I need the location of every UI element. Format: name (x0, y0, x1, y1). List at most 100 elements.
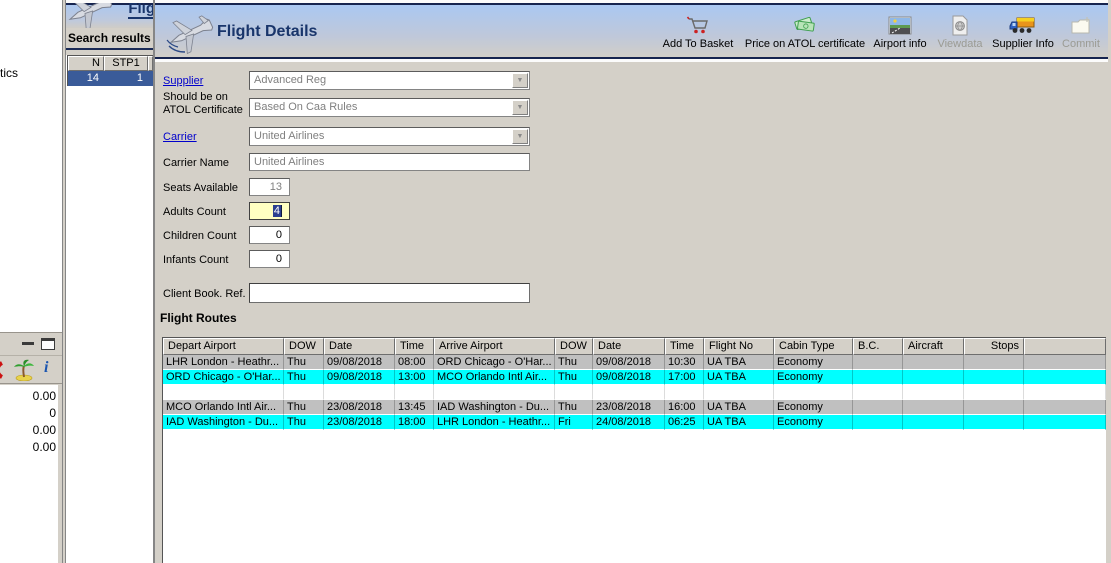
route-cell[interactable]: Thu (284, 370, 324, 385)
route-cell[interactable]: Economy (774, 400, 853, 415)
routes-column-header[interactable]: Stops (964, 338, 1024, 355)
route-cell[interactable]: 23/08/2018 (324, 400, 395, 415)
route-cell[interactable]: IAD Washington - Du... (434, 400, 555, 415)
route-cell[interactable]: 24/08/2018 (593, 415, 665, 430)
route-cell[interactable]: Thu (284, 400, 324, 415)
route-cell[interactable] (284, 385, 324, 400)
route-cell[interactable]: UA TBA (704, 370, 774, 385)
route-cell[interactable] (964, 415, 1024, 430)
route-cell[interactable] (395, 385, 434, 400)
airport-info-button[interactable]: Airport info (871, 13, 929, 59)
route-cell[interactable]: MCO Orlando Intl Air... (163, 400, 284, 415)
route-cell[interactable] (964, 400, 1024, 415)
route-cell[interactable]: 09/08/2018 (324, 370, 395, 385)
route-row[interactable]: MCO Orlando Intl Air... Thu 23/08/2018 13:4… (163, 400, 1106, 415)
route-cell[interactable]: Economy (774, 355, 853, 370)
route-cell[interactable] (665, 385, 704, 400)
route-cell[interactable]: 09/08/2018 (324, 355, 395, 370)
infants-count-field[interactable]: 0 (249, 250, 290, 268)
red-partial-icon[interactable] (0, 361, 8, 379)
route-cell[interactable] (704, 385, 774, 400)
route-row[interactable] (163, 385, 1106, 400)
route-cell[interactable]: 13:45 (395, 400, 434, 415)
routes-column-header[interactable]: Time (665, 338, 704, 355)
route-cell[interactable]: Thu (555, 355, 593, 370)
palm-tree-icon[interactable] (13, 359, 35, 381)
route-cell[interactable]: ORD Chicago - O'Har... (434, 355, 555, 370)
route-cell[interactable]: UA TBA (704, 415, 774, 430)
route-cell[interactable]: UA TBA (704, 400, 774, 415)
result-cell-stp1[interactable]: 1 (104, 71, 148, 86)
routes-column-header[interactable]: Aircraft (903, 338, 964, 355)
add-to-basket-button[interactable]: Add To Basket (658, 13, 738, 59)
route-cell[interactable]: IAD Washington - Du... (163, 415, 284, 430)
route-cell[interactable] (593, 385, 665, 400)
adults-count-field[interactable]: 4 (249, 202, 290, 220)
routes-column-header[interactable]: Cabin Type (774, 338, 853, 355)
routes-column-header[interactable]: DOW (555, 338, 593, 355)
route-cell[interactable] (163, 385, 284, 400)
route-cell[interactable]: 23/08/2018 (593, 400, 665, 415)
route-row[interactable]: LHR London - Heathr... Thu 09/08/2018 08:00… (163, 355, 1106, 370)
route-cell[interactable]: Economy (774, 370, 853, 385)
maximize-icon[interactable] (41, 338, 55, 350)
routes-column-header[interactable]: Date (324, 338, 395, 355)
route-cell[interactable] (903, 400, 964, 415)
routes-column-header[interactable]: DOW (284, 338, 324, 355)
route-cell[interactable] (903, 370, 964, 385)
route-cell[interactable]: 10:30 (665, 355, 704, 370)
route-cell[interactable] (324, 385, 395, 400)
info-icon[interactable]: i (44, 359, 48, 377)
carrier-link[interactable]: Carrier (163, 131, 197, 143)
route-cell[interactable] (853, 370, 903, 385)
route-cell[interactable] (434, 385, 555, 400)
supplier-link[interactable]: Supplier (163, 75, 203, 87)
route-cell[interactable] (964, 355, 1024, 370)
routes-column-header[interactable]: Time (395, 338, 434, 355)
route-cell[interactable]: 17:00 (665, 370, 704, 385)
routes-column-header[interactable]: Flight No (704, 338, 774, 355)
routes-column-header[interactable]: B.C. (853, 338, 903, 355)
route-cell[interactable] (903, 385, 964, 400)
route-cell[interactable]: 09/08/2018 (593, 355, 665, 370)
route-cell[interactable]: MCO Orlando Intl Air... (434, 370, 555, 385)
route-cell[interactable]: 16:00 (665, 400, 704, 415)
client-book-ref-field[interactable] (249, 283, 530, 303)
route-cell[interactable] (964, 370, 1024, 385)
search-result-row-selected[interactable]: 14 1 (68, 71, 153, 86)
route-cell[interactable]: 23/08/2018 (324, 415, 395, 430)
children-count-field[interactable]: 0 (249, 226, 290, 244)
route-cell[interactable] (853, 355, 903, 370)
route-cell[interactable] (853, 400, 903, 415)
routes-column-header[interactable]: Date (593, 338, 665, 355)
route-cell[interactable]: 13:00 (395, 370, 434, 385)
route-cell[interactable]: Thu (284, 415, 324, 430)
route-cell[interactable] (555, 385, 593, 400)
route-cell[interactable] (853, 415, 903, 430)
routes-column-header[interactable]: Arrive Airport (434, 338, 555, 355)
route-row[interactable]: ORD Chicago - O'Har... Thu 09/08/2018 13:00… (163, 370, 1106, 385)
column-header-n[interactable]: N (68, 56, 104, 71)
route-cell[interactable]: 06:25 (665, 415, 704, 430)
route-cell[interactable] (903, 415, 964, 430)
minimize-icon[interactable] (22, 342, 34, 345)
route-cell[interactable]: Thu (284, 355, 324, 370)
result-cell-n[interactable]: 14 (68, 71, 104, 86)
route-cell[interactable]: UA TBA (704, 355, 774, 370)
routes-column-header[interactable]: Depart Airport (163, 338, 284, 355)
price-on-atol-button[interactable]: Price on ATOL certificate (743, 13, 867, 59)
route-cell[interactable]: LHR London - Heathr... (163, 355, 284, 370)
route-cell[interactable]: 08:00 (395, 355, 434, 370)
route-cell[interactable] (903, 355, 964, 370)
route-row[interactable]: IAD Washington - Du... Thu 23/08/2018 18:00… (163, 415, 1106, 430)
supplier-info-button[interactable]: Supplier Info (991, 13, 1055, 59)
route-cell[interactable]: Fri (555, 415, 593, 430)
route-cell[interactable]: LHR London - Heathr... (434, 415, 555, 430)
route-cell[interactable]: 18:00 (395, 415, 434, 430)
route-cell[interactable]: ORD Chicago - O'Har... (163, 370, 284, 385)
route-cell[interactable]: 09/08/2018 (593, 370, 665, 385)
route-cell[interactable] (964, 385, 1024, 400)
route-cell[interactable] (853, 385, 903, 400)
column-header-stp1[interactable]: STP1 (104, 56, 148, 71)
route-cell[interactable]: Thu (555, 370, 593, 385)
